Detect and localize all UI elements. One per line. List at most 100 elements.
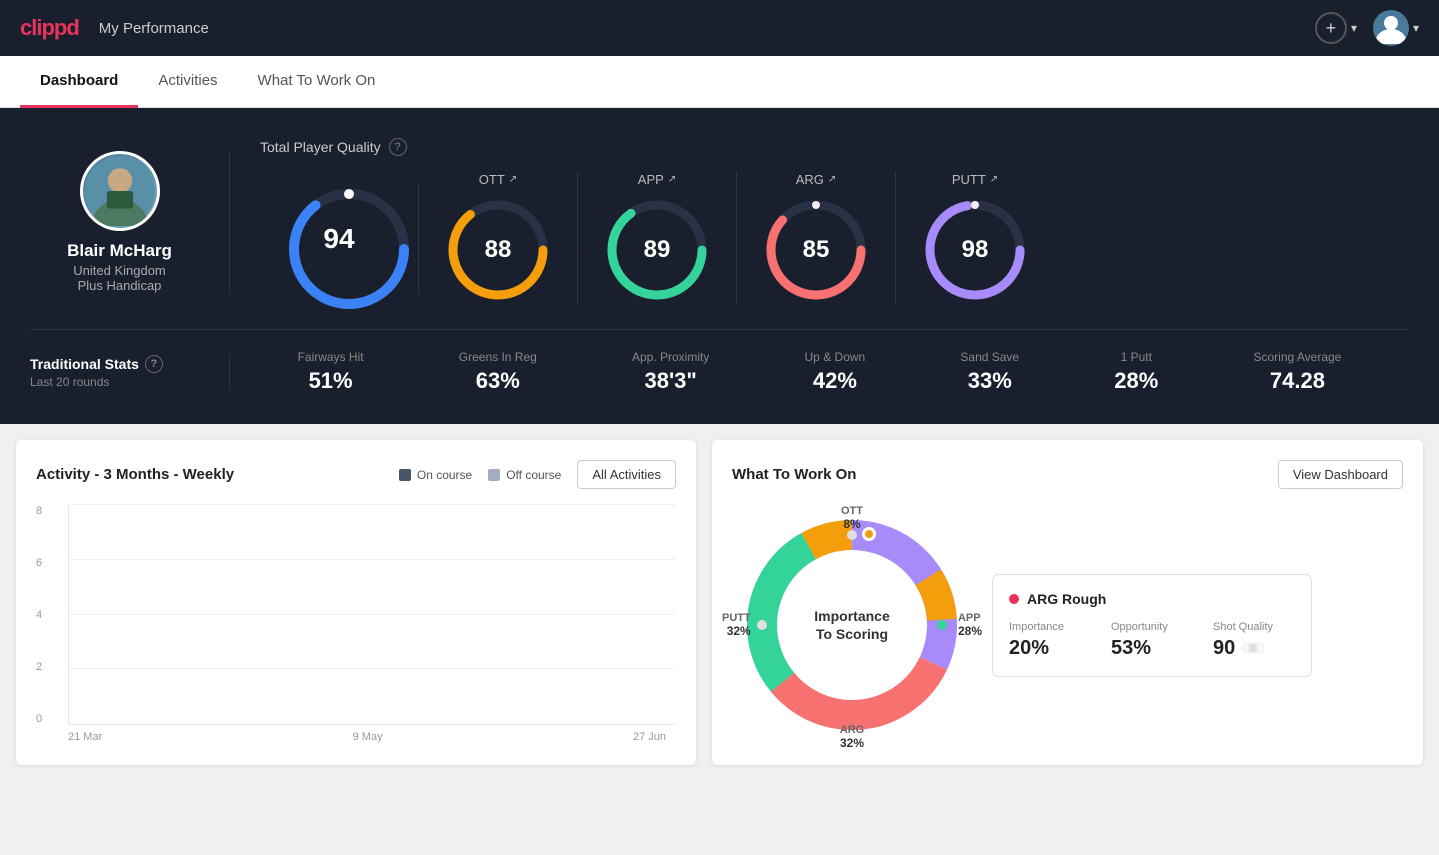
add-chevron-icon: ▾ [1351, 21, 1357, 35]
x-label-jun: 27 Jun [633, 731, 666, 743]
bar-9 [416, 723, 455, 724]
stats-title: Traditional Stats ? [30, 355, 209, 373]
legend-off-course: Off course [488, 468, 561, 482]
quality-section: Total Player Quality ? 94 [230, 138, 1409, 305]
bar-12 [544, 723, 583, 724]
stats-subtitle: Last 20 rounds [30, 375, 209, 389]
gauge-overall-value: 94 [323, 223, 354, 255]
player-avatar [80, 151, 160, 231]
putt-trend-icon: ↗ [990, 174, 998, 185]
gauge-arg-value: 85 [803, 236, 830, 264]
hero-top: Blair McHarg United Kingdom Plus Handica… [30, 138, 1409, 330]
gauge-ott-value: 88 [485, 236, 512, 264]
donut-center: ImportanceTo Scoring [814, 607, 889, 643]
wtwo-panel-title: What To Work On [732, 466, 856, 483]
y-label-2: 2 [36, 661, 42, 673]
shot-quality-label: Shot Quality [1213, 621, 1295, 633]
bar-10 [459, 723, 498, 724]
player-info: Blair McHarg United Kingdom Plus Handica… [30, 151, 230, 293]
bar-14 [628, 723, 667, 724]
user-avatar[interactable] [1373, 10, 1409, 46]
donut-wrapper: ImportanceTo Scoring OTT 8% APP 28% ARG … [732, 505, 972, 745]
stat-1putt: 1 Putt 28% [1114, 350, 1158, 394]
arg-donut-label: ARG 32% [840, 724, 864, 750]
gauge-ott-label: OTT ↗ [479, 172, 517, 187]
nav-title: My Performance [99, 20, 209, 37]
arg-trend-icon: ↗ [828, 174, 836, 185]
info-card: ARG Rough Importance 20% Opportunity 53%… [992, 574, 1312, 677]
gauge-putt-wrapper: 98 [920, 195, 1030, 305]
gauge-app-label: APP ↗ [638, 172, 676, 187]
top-nav: clippd My Performance + ▾ ▾ [0, 0, 1439, 56]
chart-x-labels: 21 Mar 9 May 27 Jun [36, 725, 676, 743]
stat-scoring-value: 74.28 [1254, 368, 1342, 394]
tabs-bar: Dashboard Activities What To Work On [0, 56, 1439, 108]
x-label-may: 9 May [353, 731, 383, 743]
what-to-work-on-panel: What To Work On View Dashboard [712, 440, 1423, 765]
quality-help-icon[interactable]: ? [389, 138, 407, 156]
gauge-putt-label: PUTT ↗ [952, 172, 998, 187]
view-dashboard-button[interactable]: View Dashboard [1278, 460, 1403, 489]
bottom-panels: Activity - 3 Months - Weekly On course O… [0, 424, 1439, 781]
legend-on-course: On course [399, 468, 472, 482]
quality-header: Total Player Quality ? [260, 138, 1379, 156]
quality-badge [1241, 642, 1265, 654]
stat-updown-label: Up & Down [805, 350, 866, 364]
player-country: United Kingdom [73, 263, 166, 278]
stat-fairways-value: 51% [298, 368, 364, 394]
gauge-app-value: 89 [644, 236, 671, 264]
bar-5 [247, 723, 286, 724]
stat-gir-label: Greens In Reg [459, 350, 537, 364]
tab-dashboard[interactable]: Dashboard [20, 56, 138, 108]
stat-fairways-label: Fairways Hit [298, 350, 364, 364]
logo: clippd [20, 15, 79, 41]
add-button[interactable]: + [1315, 12, 1347, 44]
avatar-chevron-icon: ▾ [1413, 21, 1419, 35]
player-handicap: Plus Handicap [78, 278, 162, 293]
shot-quality-value: 90 [1213, 637, 1235, 660]
stat-gir-value: 63% [459, 368, 537, 394]
stats-help-icon[interactable]: ? [145, 355, 163, 373]
importance-label: Importance [1009, 621, 1091, 633]
gauge-overall: 94 [260, 184, 419, 294]
importance-value: 20% [1009, 637, 1091, 660]
gauge-arg-label: ARG ↗ [796, 172, 837, 187]
stat-updown: Up & Down 42% [805, 350, 866, 394]
all-activities-button[interactable]: All Activities [577, 460, 676, 489]
activity-panel-title: Activity - 3 Months - Weekly [36, 466, 234, 483]
stat-proximity: App. Proximity 38'3" [632, 350, 709, 394]
stats-grid: Fairways Hit 51% Greens In Reg 63% App. … [230, 350, 1409, 394]
app-donut-label: APP 28% [958, 612, 982, 638]
gauge-arg-wrapper: 85 [761, 195, 871, 305]
avatar-dropdown[interactable]: ▾ [1373, 10, 1419, 46]
info-metrics: Importance 20% Opportunity 53% Shot Qual… [1009, 621, 1295, 660]
tab-activities[interactable]: Activities [138, 56, 237, 108]
gauge-ott: OTT ↗ 88 [419, 172, 578, 305]
tab-what-to-work-on[interactable]: What To Work On [238, 56, 396, 108]
hero-section: Blair McHarg United Kingdom Plus Handica… [0, 108, 1439, 424]
nav-right: + ▾ ▾ [1315, 10, 1419, 46]
metric-opportunity: Opportunity 53% [1111, 621, 1193, 660]
stat-sandsave-label: Sand Save [960, 350, 1019, 364]
gauge-overall-wrapper: 94 [284, 184, 394, 294]
gauge-arg: ARG ↗ 85 [737, 172, 896, 305]
nav-left: clippd My Performance [20, 15, 209, 41]
stats-row: Traditional Stats ? Last 20 rounds Fairw… [30, 330, 1409, 394]
stat-1putt-value: 28% [1114, 368, 1158, 394]
stat-gir: Greens In Reg 63% [459, 350, 537, 394]
bar-6 [289, 723, 328, 724]
add-dropdown[interactable]: + ▾ [1315, 12, 1357, 44]
ott-trend-icon: ↗ [509, 174, 517, 185]
y-label-0: 0 [36, 713, 42, 725]
gauge-app-wrapper: 89 [602, 195, 712, 305]
wtwo-panel-header: What To Work On View Dashboard [732, 460, 1403, 489]
stat-sandsave: Sand Save 33% [960, 350, 1019, 394]
opportunity-label: Opportunity [1111, 621, 1193, 633]
activity-panel: Activity - 3 Months - Weekly On course O… [16, 440, 696, 765]
ott-donut-label: OTT 8% [841, 505, 863, 531]
gauges-row: 94 OTT ↗ 88 [260, 172, 1379, 305]
metric-importance: Importance 20% [1009, 621, 1091, 660]
donut-section: ImportanceTo Scoring OTT 8% APP 28% ARG … [732, 505, 1403, 745]
stat-scoring: Scoring Average 74.28 [1254, 350, 1342, 394]
putt-donut-label: PUTT 32% [722, 612, 751, 638]
